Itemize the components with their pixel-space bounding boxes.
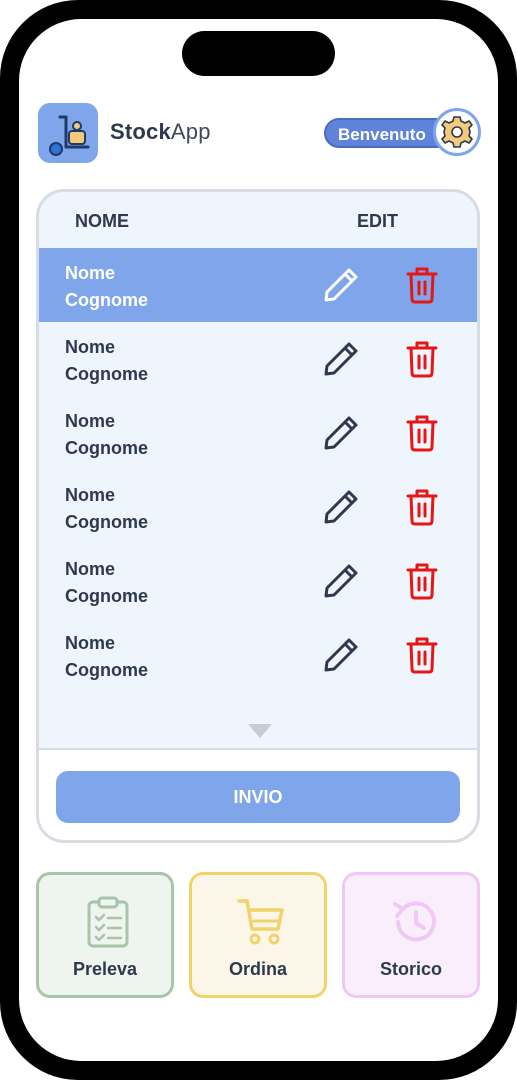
list-item-first: Nome [65, 485, 116, 505]
list-item-last: Cognome [65, 586, 148, 606]
users-card: NOME EDIT Nome Cognome Nome Cognome Nome Co… [36, 189, 480, 843]
list-item-first: Nome [65, 559, 116, 579]
list-item[interactable]: Nome Cognome [39, 618, 477, 692]
app-title-light: App [170, 119, 211, 144]
list-item-name: Nome Cognome [65, 260, 148, 314]
nav-tile-preleva[interactable]: Preleva [36, 872, 174, 998]
edit-pencil-icon[interactable] [321, 265, 361, 305]
dynamic-island [182, 31, 335, 76]
list-item-name: Nome Cognome [65, 408, 148, 462]
nav-tile-storico[interactable]: Storico [342, 872, 480, 998]
table-header: NOME EDIT [39, 192, 477, 248]
edit-pencil-icon[interactable] [321, 561, 361, 601]
list-item[interactable]: Nome Cognome [39, 322, 477, 396]
nav-tile-ordina[interactable]: Ordina [189, 872, 327, 998]
list-item-last: Cognome [65, 290, 148, 310]
app-title-bold: Stock [110, 119, 171, 144]
edit-pencil-icon[interactable] [321, 339, 361, 379]
settings-button[interactable] [433, 108, 481, 156]
list-item[interactable]: Nome Cognome [39, 470, 477, 544]
app-screen: StockApp Benvenuto NOME EDIT Nome Cognom… [19, 19, 498, 1061]
delete-trash-icon[interactable] [405, 561, 439, 601]
list-item[interactable]: Nome Cognome [39, 396, 477, 470]
nav-tile-label: Storico [379, 959, 442, 979]
app-logo-icon [38, 103, 98, 163]
list-item[interactable]: Nome Cognome [39, 544, 477, 618]
gear-icon [441, 116, 473, 148]
delete-trash-icon[interactable] [405, 487, 439, 527]
column-edit: EDIT [357, 211, 399, 231]
list-item-name: Nome Cognome [65, 556, 148, 610]
delete-trash-icon[interactable] [405, 635, 439, 675]
delete-trash-icon[interactable] [405, 413, 439, 453]
send-button[interactable]: INVIO [56, 771, 460, 823]
app-title: StockApp [110, 119, 211, 145]
list-item-first: Nome [65, 411, 116, 431]
nav-tile-label: Ordina [228, 959, 287, 979]
list-item-last: Cognome [65, 512, 148, 532]
list-item-name: Nome Cognome [65, 334, 148, 388]
edit-pencil-icon[interactable] [321, 635, 361, 675]
list-item-name: Nome Cognome [65, 482, 148, 536]
nav-tile-label: Preleva [72, 959, 138, 979]
phone-frame: StockApp Benvenuto NOME EDIT Nome Cognom… [0, 0, 517, 1080]
list-item-last: Cognome [65, 364, 148, 384]
list-item-name: Nome Cognome [65, 630, 148, 684]
history-icon [393, 901, 436, 942]
list-item[interactable]: Nome Cognome [39, 248, 477, 322]
edit-pencil-icon[interactable] [321, 413, 361, 453]
divider [39, 748, 477, 750]
column-name: NOME [75, 211, 129, 231]
edit-pencil-icon[interactable] [321, 487, 361, 527]
list-item-first: Nome [65, 337, 116, 357]
clipboard-icon [87, 896, 129, 948]
delete-trash-icon[interactable] [405, 339, 439, 379]
list-item-first: Nome [65, 633, 116, 653]
list-item-last: Cognome [65, 438, 148, 458]
cart-icon [237, 899, 284, 945]
scroll-down-caret-icon[interactable] [248, 724, 272, 738]
list-item-first: Nome [65, 263, 116, 283]
users-list[interactable]: Nome Cognome Nome Cognome Nome Cognome Nome… [39, 248, 477, 748]
delete-trash-icon[interactable] [405, 265, 439, 305]
list-item-last: Cognome [65, 660, 148, 680]
